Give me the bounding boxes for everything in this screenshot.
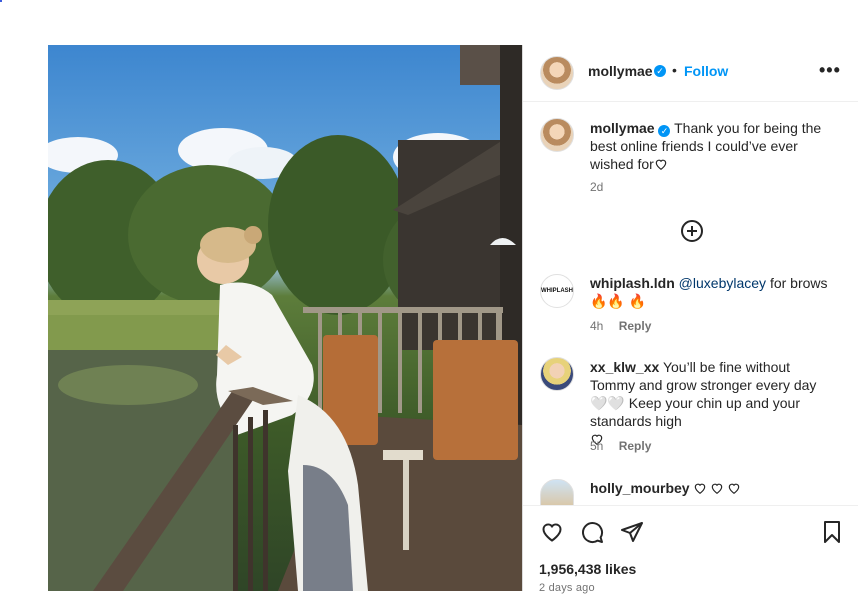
heart-icon bbox=[695, 483, 706, 494]
post-header: mollymae ✓ • Follow ••• bbox=[523, 45, 858, 102]
caption-time: 2d bbox=[590, 180, 604, 194]
comment-text: xx_klw_xx You’ll be fine without Tommy a… bbox=[590, 358, 834, 448]
comment-meta: 5h Reply bbox=[590, 439, 651, 453]
comment-avatar[interactable] bbox=[540, 357, 574, 391]
post-photo[interactable] bbox=[48, 45, 522, 591]
comment-avatar[interactable]: WHIPLASH bbox=[540, 274, 574, 308]
reply-button[interactable]: Reply bbox=[619, 439, 652, 453]
caption-avatar[interactable] bbox=[540, 118, 574, 152]
follow-button[interactable]: Follow bbox=[684, 63, 728, 79]
action-bar: 1,956,438 likes 2 days ago bbox=[523, 505, 858, 594]
post-date: 2 days ago bbox=[539, 582, 595, 594]
author-avatar[interactable] bbox=[540, 56, 574, 90]
bookmark-icon[interactable] bbox=[820, 520, 844, 544]
comment-meta: 4h Reply bbox=[590, 319, 651, 333]
heart-icon bbox=[655, 159, 667, 170]
comment-time: 5h bbox=[590, 439, 604, 453]
heart-icon bbox=[729, 483, 740, 494]
post-photo-illustration bbox=[48, 45, 522, 591]
comment-mention[interactable]: @luxebylacey bbox=[679, 275, 766, 291]
comment-username[interactable]: xx_klw_xx bbox=[590, 359, 659, 375]
comment-text: holly_mourbey bbox=[590, 479, 834, 497]
post-detail-panel: mollymae ✓ • Follow ••• mollymae ✓ Thank… bbox=[522, 45, 858, 594]
comment-username[interactable]: holly_mourbey bbox=[590, 480, 690, 496]
more-icon[interactable]: ••• bbox=[819, 60, 841, 81]
caption-text: mollymae ✓ Thank you for being the best … bbox=[590, 119, 834, 173]
likes-count[interactable]: 1,956,438 likes bbox=[539, 561, 636, 577]
load-more-comments-icon[interactable] bbox=[680, 219, 704, 243]
comment-icon[interactable] bbox=[580, 520, 604, 544]
share-icon[interactable] bbox=[620, 520, 644, 544]
author-username[interactable]: mollymae bbox=[588, 63, 653, 79]
verified-badge-icon: ✓ bbox=[654, 65, 666, 77]
caption-meta: 2d bbox=[590, 180, 603, 194]
header-separator: • bbox=[672, 62, 677, 78]
corner-marker bbox=[0, 0, 2, 2]
comment-username[interactable]: whiplash.ldn bbox=[590, 275, 675, 291]
caption-verified-badge-icon: ✓ bbox=[658, 125, 671, 137]
comment-text: whiplash.ldn @luxebylacey for brows 🔥🔥 🔥 bbox=[590, 274, 834, 310]
like-heart-icon[interactable] bbox=[540, 520, 564, 544]
comment-avatar[interactable] bbox=[540, 479, 574, 507]
reply-button[interactable]: Reply bbox=[619, 319, 652, 333]
comment-time: 4h bbox=[590, 319, 604, 333]
heart-icon bbox=[712, 483, 723, 494]
caption-username[interactable]: mollymae bbox=[590, 120, 655, 136]
